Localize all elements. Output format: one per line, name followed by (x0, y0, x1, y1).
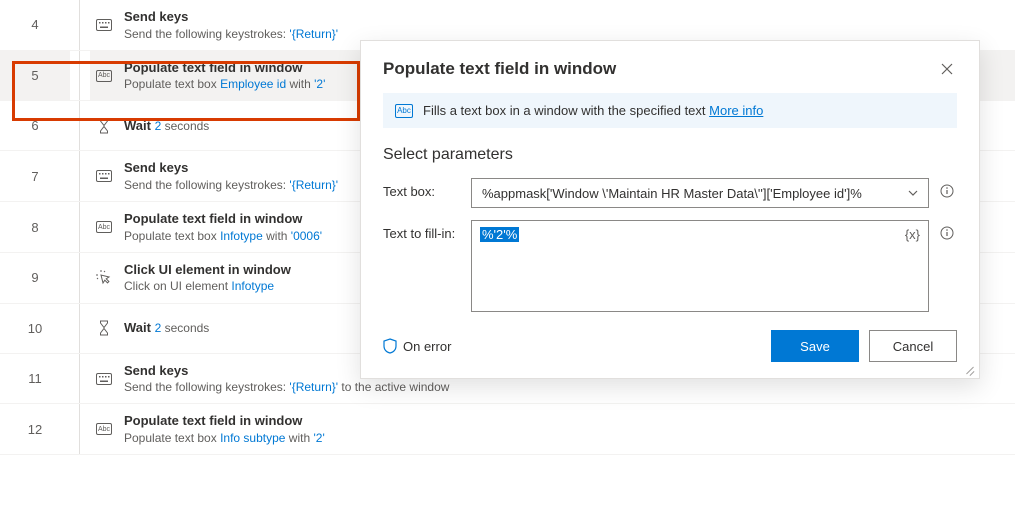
step-gutter (70, 0, 90, 50)
action-config-dialog: Populate text field in window Abc Fills … (360, 40, 980, 379)
abc-icon: Abc (96, 219, 112, 235)
section-heading: Select parameters (383, 146, 957, 164)
dialog-title: Populate text field in window (383, 59, 616, 79)
info-icon[interactable] (937, 220, 957, 240)
close-icon[interactable] (937, 59, 957, 79)
step-title: Send keys (124, 8, 338, 26)
step-number: 7 (0, 151, 70, 201)
textbox-param-label: Text box: (383, 178, 463, 199)
abc-icon: Abc (395, 104, 413, 118)
step-title: Click UI element in window (124, 261, 291, 279)
step-desc: Populate text box Infotype with '0006' (124, 228, 322, 244)
step-desc: Populate text box Info subtype with '2' (124, 430, 325, 446)
on-error-toggle[interactable]: On error (383, 338, 451, 354)
step-number: 9 (0, 253, 70, 303)
step-desc: Click on UI element Infotype (124, 278, 291, 294)
abc-icon: Abc (96, 68, 112, 84)
step-title: Send keys (124, 159, 338, 177)
step-desc: 2 seconds (155, 321, 210, 335)
step-number: 11 (0, 354, 70, 404)
keyboard-icon (96, 371, 112, 387)
step-gutter (70, 304, 90, 353)
keyboard-icon (96, 168, 112, 184)
step-desc: 2 seconds (155, 119, 210, 133)
step-desc: Send the following keystrokes: '{Return}… (124, 177, 338, 193)
step-gutter (70, 202, 90, 252)
step-title: Populate text field in window (124, 412, 325, 430)
step-desc: Send the following keystrokes: '{Return}… (124, 26, 338, 42)
step-title: Populate text field in window (124, 59, 325, 77)
step-gutter (70, 253, 90, 303)
click-icon (96, 270, 112, 286)
hourglass-icon (96, 118, 112, 134)
chevron-down-icon (908, 186, 918, 201)
step-gutter (70, 101, 90, 150)
info-banner: Abc Fills a text box in a window with th… (383, 93, 957, 128)
step-number: 4 (0, 0, 70, 50)
step-body: Abc Populate text field in windowPopulate… (90, 404, 1015, 454)
step-text: Populate text field in windowPopulate te… (124, 59, 325, 93)
step-title: Wait (124, 320, 155, 335)
fill-text-input[interactable]: %'2'% {x} (471, 220, 929, 312)
step-desc: Send the following keystrokes: '{Return}… (124, 379, 449, 395)
step-gutter (70, 404, 90, 454)
step-text: Wait 2 seconds (124, 117, 209, 135)
step-gutter (70, 354, 90, 404)
abc-icon: Abc (96, 421, 112, 437)
hourglass-icon (96, 320, 112, 336)
step-text: Populate text field in windowPopulate te… (124, 210, 322, 244)
step-text: Send keysSend the following keystrokes: … (124, 8, 338, 42)
fill-text-value: %'2'% (480, 227, 519, 242)
step-number: 8 (0, 202, 70, 252)
step-number: 5 (0, 51, 70, 101)
step-desc: Populate text box Employee id with '2' (124, 76, 325, 92)
step-text: Wait 2 seconds (124, 319, 209, 337)
more-info-link[interactable]: More info (709, 103, 763, 118)
info-icon[interactable] (937, 178, 957, 198)
fill-param-label: Text to fill-in: (383, 220, 463, 241)
step-title: Populate text field in window (124, 210, 322, 228)
resize-grip-icon[interactable] (965, 364, 975, 374)
step-text: Populate text field in windowPopulate te… (124, 412, 325, 446)
step-gutter (70, 51, 90, 101)
step-number: 10 (0, 304, 70, 353)
step-gutter (70, 151, 90, 201)
cancel-button[interactable]: Cancel (869, 330, 957, 362)
step-number: 12 (0, 404, 70, 454)
step-title: Wait (124, 118, 155, 133)
info-banner-text: Fills a text box in a window with the sp… (423, 103, 763, 118)
save-button[interactable]: Save (771, 330, 859, 362)
keyboard-icon (96, 17, 112, 33)
textbox-select[interactable]: %appmask['Window \'Maintain HR Master Da… (471, 178, 929, 208)
step-text: Click UI element in windowClick on UI el… (124, 261, 291, 295)
step-text: Send keysSend the following keystrokes: … (124, 159, 338, 193)
flow-step[interactable]: 12 Abc Populate text field in windowPopula… (0, 404, 1015, 455)
textbox-select-value: %appmask['Window \'Maintain HR Master Da… (482, 186, 862, 201)
step-number: 6 (0, 101, 70, 150)
variable-picker-icon[interactable]: {x} (905, 227, 920, 242)
